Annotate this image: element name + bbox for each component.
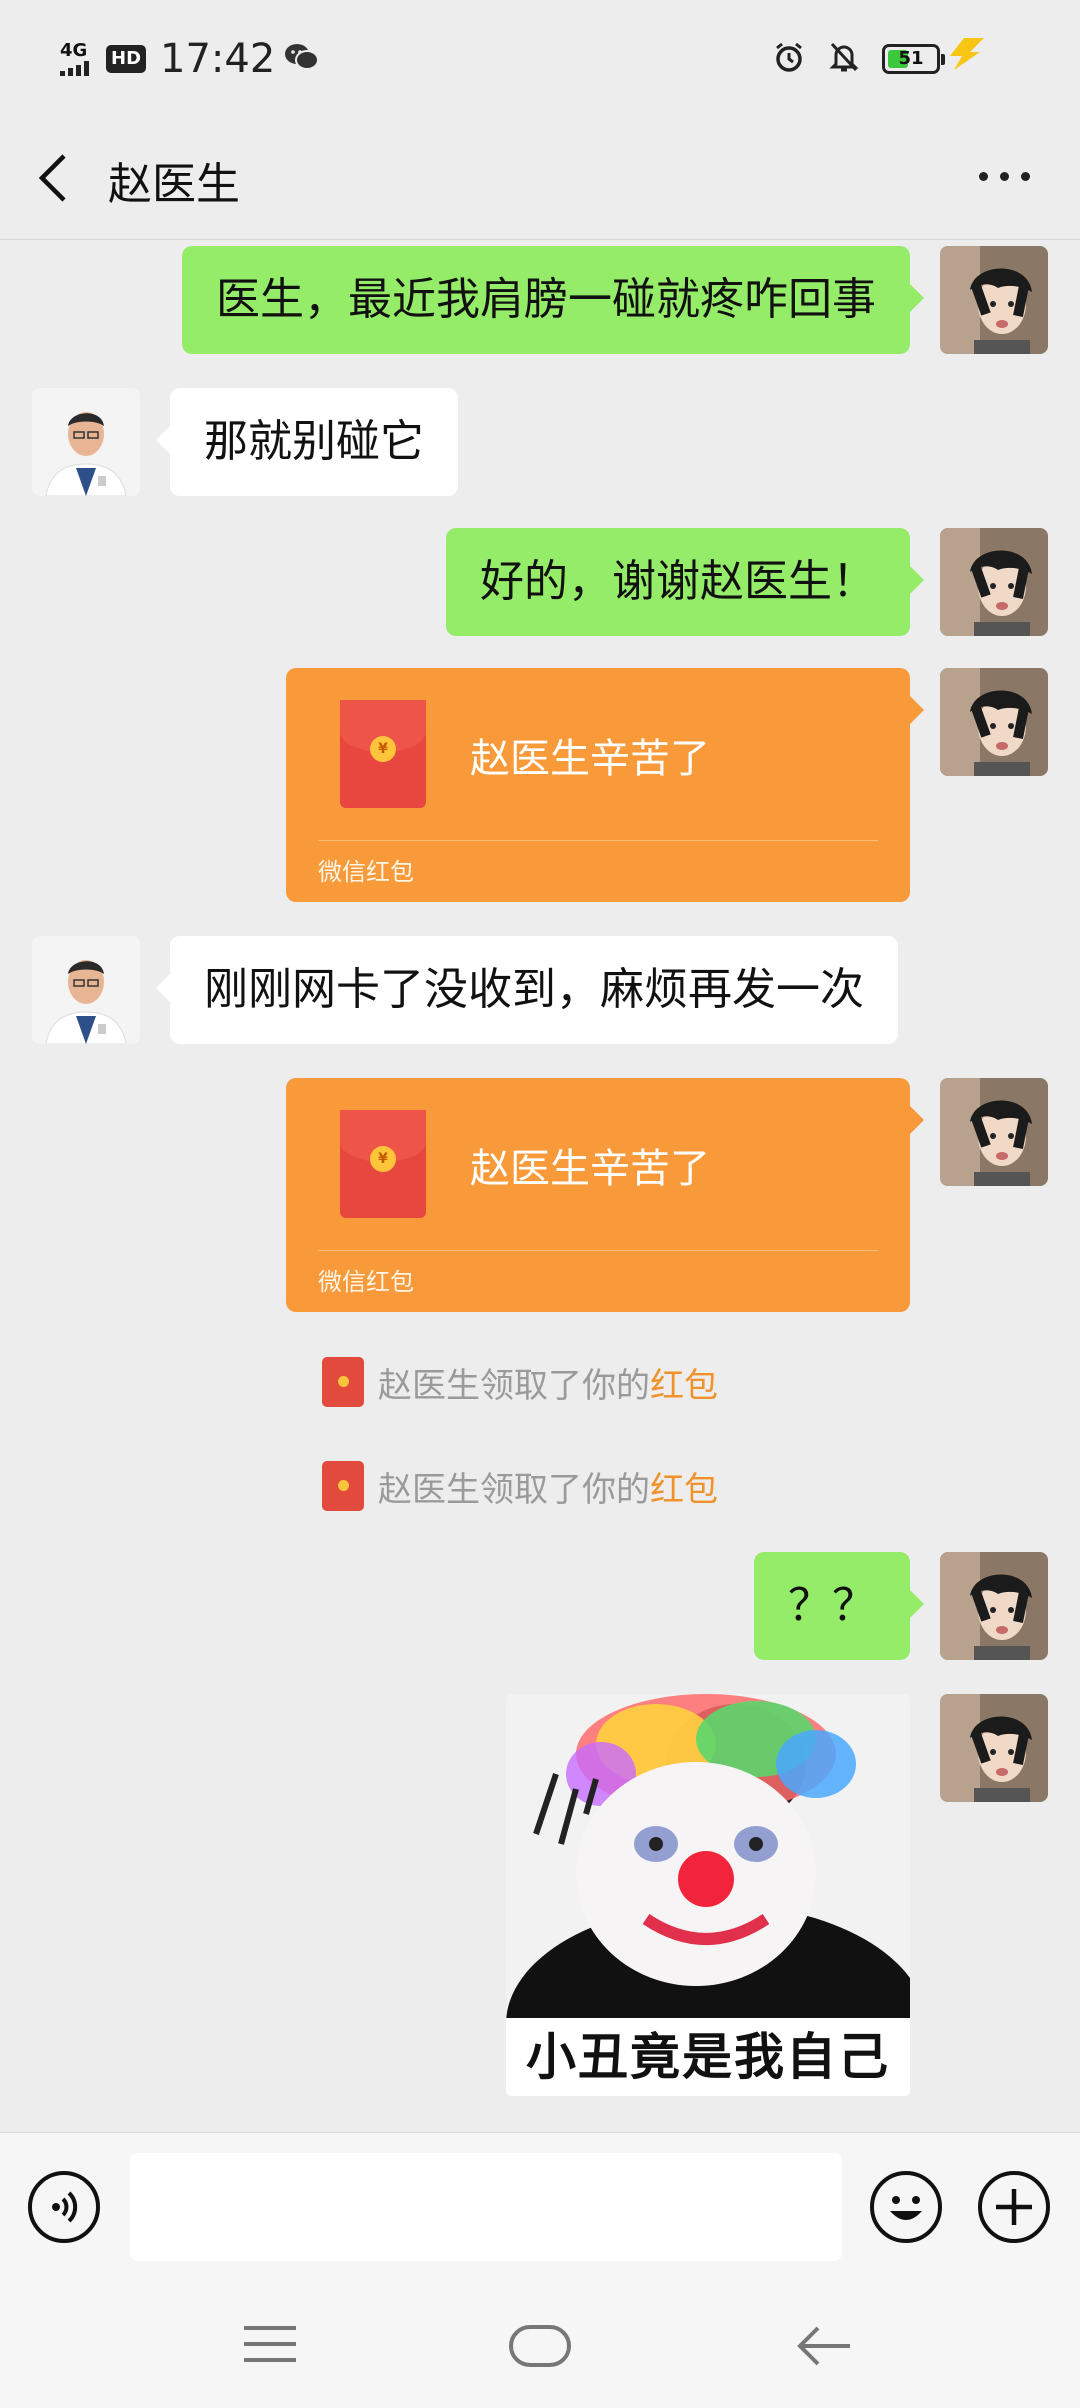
wechat-icon <box>283 42 320 76</box>
status-bar: 4G HD 17:42 51 <box>0 0 1080 120</box>
message-bubble-doctor[interactable]: 那就别碰它 <box>156 388 458 496</box>
system-nav-bar <box>0 2278 1080 2408</box>
message-bubble-doctor[interactable]: 刚刚网卡了没收到，麻烦再发一次 <box>156 936 898 1044</box>
signal-icon: 4G <box>60 42 98 76</box>
message-bubble-me[interactable]: ？？ <box>754 1552 924 1660</box>
back-nav-icon[interactable] <box>796 2322 852 2374</box>
sticker-caption: 小丑竟是我自己 <box>506 2018 910 2096</box>
clock: 17:42 <box>160 36 276 82</box>
doctor-avatar[interactable] <box>32 388 140 496</box>
my-avatar[interactable] <box>940 1552 1048 1660</box>
plus-icon <box>996 2189 1032 2225</box>
system-message: 赵医生领取了你的红包 <box>322 1461 718 1511</box>
alarm-icon <box>772 40 806 78</box>
charging-icon <box>944 36 988 76</box>
menu-icon[interactable] <box>242 2322 298 2370</box>
my-avatar[interactable] <box>940 528 1048 636</box>
clown-face-image <box>506 1694 910 2096</box>
message-input[interactable] <box>130 2153 842 2261</box>
red-envelope-icon <box>322 1461 364 1511</box>
clown-sticker[interactable]: 小丑竟是我自己 <box>506 1694 910 2096</box>
voice-input-button[interactable] <box>28 2171 100 2243</box>
my-avatar[interactable] <box>940 246 1048 354</box>
red-envelope-icon: ¥ <box>340 700 426 808</box>
chat-header: 赵医生 <box>0 120 1080 240</box>
my-avatar[interactable] <box>940 1078 1048 1186</box>
more-functions-button[interactable] <box>978 2171 1050 2243</box>
red-envelope-icon: ¥ <box>340 1110 426 1218</box>
back-icon[interactable] <box>34 148 74 212</box>
my-avatar[interactable] <box>940 1694 1048 1802</box>
message-bubble-me[interactable]: 医生，最近我肩膀一碰就疼咋回事 <box>182 246 924 354</box>
input-bar <box>0 2132 1080 2278</box>
home-icon[interactable] <box>508 2324 572 2372</box>
red-envelope-icon <box>322 1357 364 1407</box>
red-packet-footer: 微信红包 <box>318 858 414 886</box>
system-message: 赵医生领取了你的红包 <box>322 1357 718 1407</box>
red-packet-message[interactable]: ¥ 赵医生辛苦了 微信红包 <box>286 668 924 902</box>
mute-bell-icon <box>828 40 860 78</box>
message-bubble-me[interactable]: 好的，谢谢赵医生！ <box>446 528 924 636</box>
red-packet-message[interactable]: ¥ 赵医生辛苦了 微信红包 <box>286 1078 924 1312</box>
my-avatar[interactable] <box>940 668 1048 776</box>
chat-title: 赵医生 <box>108 159 240 210</box>
red-packet-link[interactable]: 红包 <box>650 1366 718 1406</box>
red-packet-link[interactable]: 红包 <box>650 1470 718 1510</box>
red-packet-title: 赵医生辛苦了 <box>470 736 710 782</box>
emoji-icon <box>890 2196 922 2220</box>
more-options-icon[interactable] <box>979 172 1030 181</box>
hd-badge: HD <box>106 45 147 73</box>
red-packet-title: 赵医生辛苦了 <box>470 1146 710 1192</box>
red-packet-footer: 微信红包 <box>318 1268 414 1296</box>
voice-icon <box>52 2191 78 2223</box>
battery-icon: 51 <box>882 44 945 74</box>
emoji-button[interactable] <box>870 2171 942 2243</box>
doctor-avatar[interactable] <box>32 936 140 1044</box>
